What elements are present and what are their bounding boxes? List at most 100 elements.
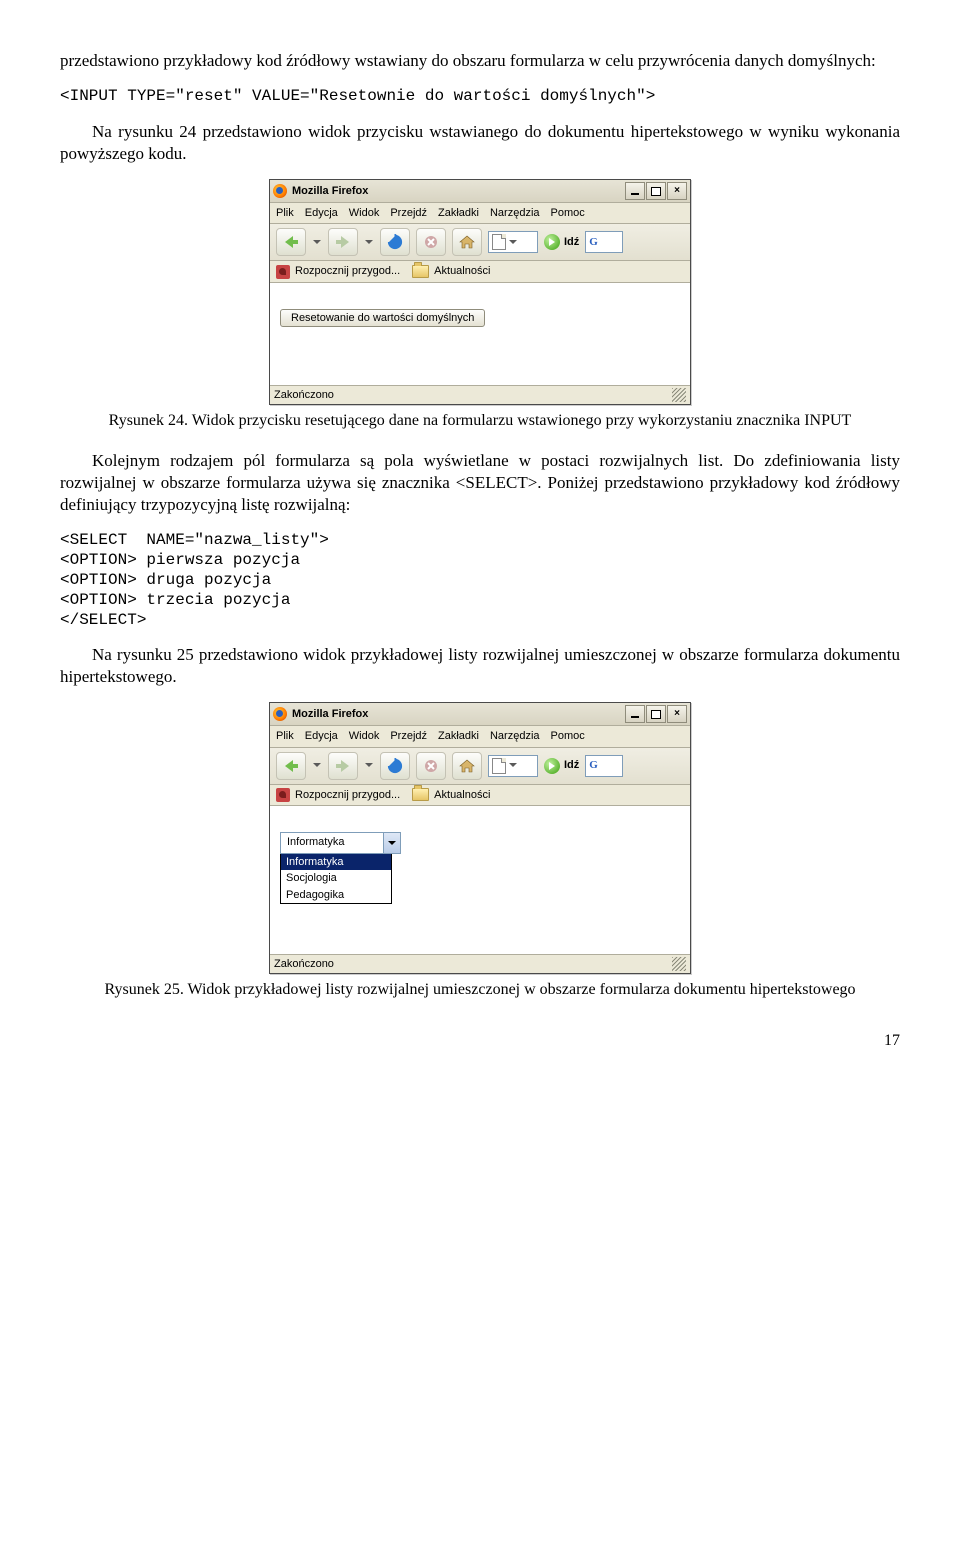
- back-arrow-icon: [283, 235, 299, 249]
- menu-bar: Plik Edycja Widok Przejdź Zakładki Narzę…: [270, 203, 690, 224]
- forward-history-dropdown[interactable]: [364, 229, 374, 255]
- bookmark-label: Rozpocznij przygod...: [295, 264, 400, 278]
- toolbar: Idź G: [270, 748, 690, 785]
- figure-25-caption: Rysunek 25. Widok przykładowej listy roz…: [60, 980, 900, 1001]
- page-viewport: Resetowanie do wartości domyślnych: [270, 283, 690, 386]
- toolbar: Idź G: [270, 224, 690, 261]
- forward-history-dropdown[interactable]: [364, 753, 374, 779]
- paragraph: przedstawiono przykładowy kod źródłowy w…: [60, 50, 900, 72]
- window-minimize-button[interactable]: [625, 182, 645, 200]
- back-history-dropdown[interactable]: [312, 229, 322, 255]
- menu-item-pomoc[interactable]: Pomoc: [551, 729, 585, 743]
- menu-item-zakladki[interactable]: Zakładki: [438, 729, 479, 743]
- address-dropdown-icon[interactable]: [509, 760, 517, 771]
- stop-button[interactable]: [416, 752, 446, 780]
- folder-icon: [412, 265, 429, 278]
- go-label: Idź: [564, 758, 579, 772]
- window-close-button[interactable]: ×: [667, 182, 687, 200]
- address-bar[interactable]: [488, 755, 538, 777]
- window-close-button[interactable]: ×: [667, 705, 687, 723]
- bookmark-label: Rozpocznij przygod...: [295, 788, 400, 802]
- page-icon: [492, 758, 506, 774]
- firefox-window: Mozilla Firefox × Plik Edycja Widok Prze…: [269, 702, 691, 974]
- select-option[interactable]: Informatyka: [281, 854, 391, 870]
- menu-item-pomoc[interactable]: Pomoc: [551, 206, 585, 220]
- window-title: Mozilla Firefox: [292, 184, 368, 198]
- menu-item-edycja[interactable]: Edycja: [305, 206, 338, 220]
- figure-25: Mozilla Firefox × Plik Edycja Widok Prze…: [60, 702, 900, 974]
- menu-bar: Plik Edycja Widok Przejdź Zakładki Narzę…: [270, 726, 690, 747]
- select-listbox[interactable]: Informatyka Socjologia Pedagogika: [280, 854, 392, 904]
- menu-item-przejdz[interactable]: Przejdź: [390, 206, 427, 220]
- go-label: Idź: [564, 235, 579, 249]
- status-text: Zakończono: [274, 388, 334, 402]
- menu-item-przejdz[interactable]: Przejdź: [390, 729, 427, 743]
- status-text: Zakończono: [274, 957, 334, 971]
- home-icon: [459, 759, 475, 773]
- window-title: Mozilla Firefox: [292, 707, 368, 721]
- menu-item-narzedzia[interactable]: Narzędzia: [490, 729, 540, 743]
- figure-24: Mozilla Firefox × Plik Edycja Widok Prze…: [60, 179, 900, 405]
- search-box[interactable]: G: [585, 231, 623, 253]
- page-number: 17: [60, 1031, 900, 1052]
- menu-item-plik[interactable]: Plik: [276, 729, 294, 743]
- window-controls: ×: [624, 705, 687, 723]
- paragraph: Na rysunku 25 przedstawiono widok przykł…: [60, 644, 900, 688]
- back-history-dropdown[interactable]: [312, 753, 322, 779]
- window-controls: ×: [624, 182, 687, 200]
- bookmark-aktualnosci[interactable]: Aktualności: [412, 264, 490, 278]
- search-box[interactable]: G: [585, 755, 623, 777]
- window-titlebar: Mozilla Firefox ×: [270, 180, 690, 203]
- bookmark-rozpocznij[interactable]: Rozpocznij przygod...: [276, 264, 400, 278]
- menu-item-widok[interactable]: Widok: [349, 206, 380, 220]
- code-sample: <SELECT NAME="nazwa_listy"> <OPTION> pie…: [60, 530, 900, 630]
- stop-icon: [424, 235, 438, 249]
- menu-item-zakladki[interactable]: Zakładki: [438, 206, 479, 220]
- go-button[interactable]: Idź: [544, 758, 579, 774]
- paragraph: Na rysunku 24 przedstawiono widok przyci…: [60, 121, 900, 165]
- address-bar[interactable]: [488, 231, 538, 253]
- firefox-logo-icon: [273, 184, 287, 198]
- reload-button[interactable]: [380, 752, 410, 780]
- back-arrow-icon: [283, 759, 299, 773]
- menu-item-plik[interactable]: Plik: [276, 206, 294, 220]
- reload-button[interactable]: [380, 228, 410, 256]
- back-button[interactable]: [276, 228, 306, 256]
- go-button[interactable]: Idź: [544, 234, 579, 250]
- address-dropdown-icon[interactable]: [509, 237, 517, 248]
- select-option[interactable]: Pedagogika: [281, 887, 391, 903]
- bookmark-aktualnosci[interactable]: Aktualności: [412, 788, 490, 802]
- status-bar: Zakończono: [270, 386, 690, 404]
- select-dropdown[interactable]: Informatyka: [280, 832, 401, 854]
- forward-arrow-icon: [335, 759, 351, 773]
- window-titlebar: Mozilla Firefox ×: [270, 703, 690, 726]
- menu-item-narzedzia[interactable]: Narzędzia: [490, 206, 540, 220]
- menu-item-widok[interactable]: Widok: [349, 729, 380, 743]
- back-button[interactable]: [276, 752, 306, 780]
- window-minimize-button[interactable]: [625, 705, 645, 723]
- mozilla-icon: [276, 788, 290, 802]
- window-maximize-button[interactable]: [646, 182, 666, 200]
- forward-button[interactable]: [328, 228, 358, 256]
- forward-button[interactable]: [328, 752, 358, 780]
- reload-icon: [387, 758, 403, 774]
- go-icon: [544, 758, 560, 774]
- home-icon: [459, 235, 475, 249]
- home-button[interactable]: [452, 752, 482, 780]
- bookmarks-toolbar: Rozpocznij przygod... Aktualności: [270, 785, 690, 806]
- bookmark-rozpocznij[interactable]: Rozpocznij przygod...: [276, 788, 400, 802]
- select-value: Informatyka: [281, 833, 383, 853]
- go-icon: [544, 234, 560, 250]
- window-maximize-button[interactable]: [646, 705, 666, 723]
- home-button[interactable]: [452, 228, 482, 256]
- bookmarks-toolbar: Rozpocznij przygod... Aktualności: [270, 261, 690, 282]
- select-option[interactable]: Socjologia: [281, 870, 391, 886]
- stop-button[interactable]: [416, 228, 446, 256]
- bookmark-label: Aktualności: [434, 788, 490, 802]
- chevron-down-icon[interactable]: [383, 833, 400, 853]
- folder-icon: [412, 788, 429, 801]
- menu-item-edycja[interactable]: Edycja: [305, 729, 338, 743]
- resize-grip-icon[interactable]: [672, 957, 686, 971]
- resize-grip-icon[interactable]: [672, 388, 686, 402]
- reset-button[interactable]: Resetowanie do wartości domyślnych: [280, 309, 485, 327]
